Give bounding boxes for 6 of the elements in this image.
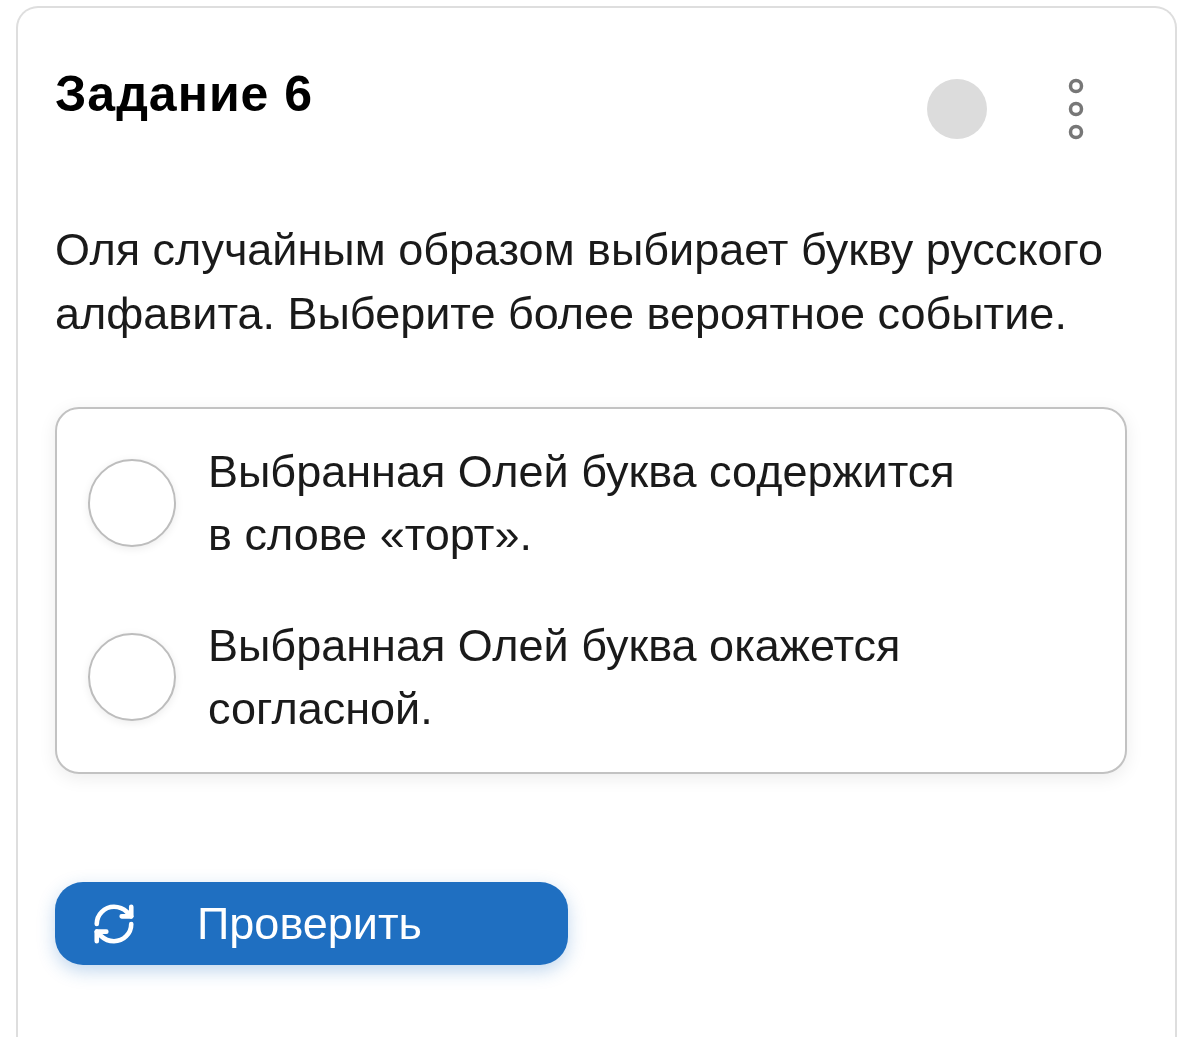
check-button[interactable]: Проверить: [55, 882, 568, 965]
more-options-icon[interactable]: [1068, 78, 1084, 140]
question-text: Оля случайным образом выбирает букву русского алфавита. Выберите более вероятное событие.: [55, 223, 1104, 341]
option-text: Выбранная Олей буква окажется согласной.: [208, 619, 902, 736]
option-text: Выбранная Олей буква содержится в слове «торт».: [208, 445, 956, 562]
task-title: Задание 6: [55, 66, 314, 122]
